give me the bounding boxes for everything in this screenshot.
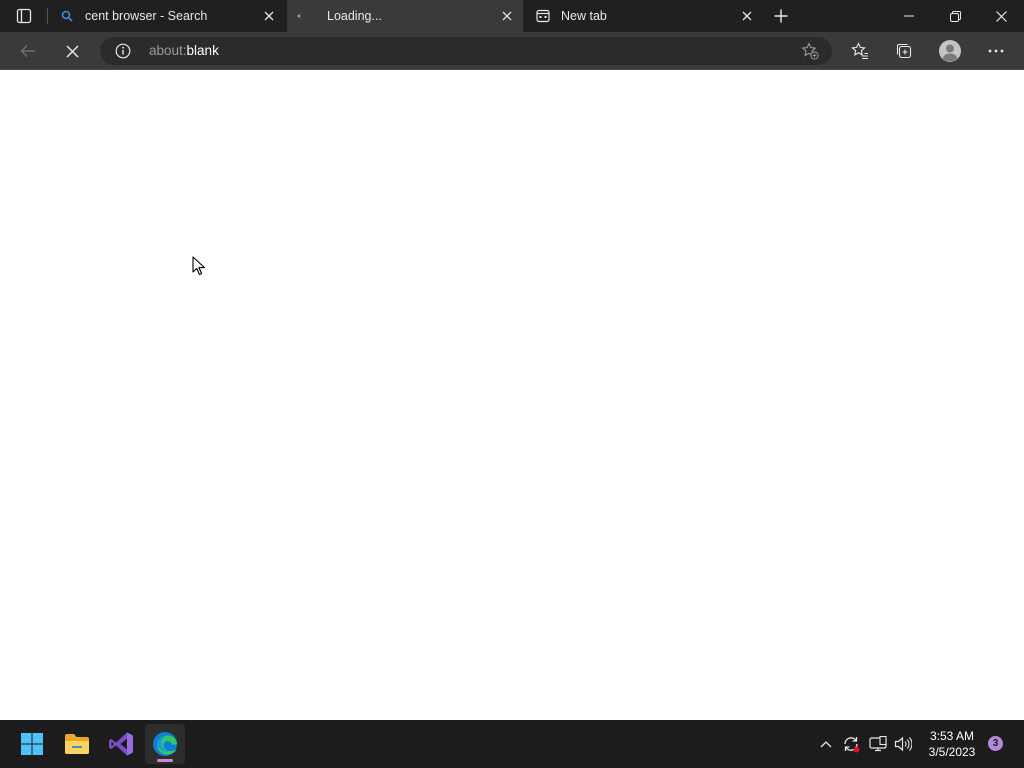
address-bar[interactable]: about:blank bbox=[100, 37, 832, 65]
new-tab-button[interactable] bbox=[770, 6, 792, 26]
collections-icon[interactable] bbox=[889, 36, 919, 66]
tab-search[interactable]: cent browser - Search bbox=[49, 0, 285, 32]
tab-title: Loading... bbox=[327, 9, 382, 23]
add-favorite-icon[interactable] bbox=[800, 41, 820, 61]
taskbar: 3:53 AM 3/5/2023 bbox=[0, 720, 1024, 768]
stop-loading-icon[interactable] bbox=[57, 36, 87, 66]
tab-divider bbox=[47, 8, 48, 24]
browser-toolbar: about:blank bbox=[0, 32, 1024, 70]
tab-title: cent browser - Search bbox=[85, 9, 208, 23]
sync-icon[interactable] bbox=[841, 734, 861, 754]
file-explorer-icon[interactable] bbox=[57, 724, 97, 764]
info-icon[interactable] bbox=[114, 42, 132, 60]
network-icon[interactable] bbox=[868, 734, 888, 754]
close-tab-icon[interactable] bbox=[739, 8, 755, 24]
restore-icon[interactable] bbox=[932, 0, 978, 32]
windows-start-icon[interactable] bbox=[12, 724, 52, 764]
back-arrow-icon[interactable] bbox=[13, 36, 43, 66]
tab-actions-icon[interactable] bbox=[12, 6, 36, 26]
volume-icon[interactable] bbox=[893, 734, 913, 754]
tab-loading[interactable]: Loading... bbox=[287, 0, 523, 32]
chevron-up-icon[interactable] bbox=[816, 734, 836, 754]
search-icon bbox=[59, 8, 75, 24]
visual-studio-icon[interactable] bbox=[101, 724, 141, 764]
close-icon[interactable] bbox=[978, 0, 1024, 32]
more-icon[interactable] bbox=[981, 36, 1011, 66]
url-scheme: about: bbox=[149, 43, 187, 58]
favorites-icon[interactable] bbox=[845, 36, 875, 66]
url-host: blank bbox=[186, 43, 219, 58]
clock-date: 3/5/2023 bbox=[928, 745, 976, 759]
clock-time: 3:53 AM bbox=[929, 729, 975, 743]
edge-icon[interactable] bbox=[145, 724, 185, 764]
url-text[interactable]: about:blank bbox=[149, 43, 219, 58]
mouse-cursor-icon bbox=[192, 256, 206, 281]
system-clock[interactable]: 3:53 AM 3/5/2023 bbox=[920, 728, 984, 760]
close-tab-icon[interactable] bbox=[261, 8, 277, 24]
close-tab-icon[interactable] bbox=[499, 8, 515, 24]
active-app-indicator bbox=[157, 759, 173, 762]
tab-new[interactable]: New tab bbox=[525, 0, 763, 32]
notification-badge[interactable]: 3 bbox=[988, 736, 1003, 751]
tab-title: New tab bbox=[561, 9, 607, 23]
profile-icon[interactable] bbox=[935, 36, 965, 66]
page-content[interactable] bbox=[0, 71, 1024, 720]
minimize-icon[interactable] bbox=[886, 0, 932, 32]
loading-dot-icon bbox=[291, 8, 307, 24]
newtab-page-icon bbox=[535, 8, 551, 24]
tab-strip: cent browser - Search Loading... New tab bbox=[0, 0, 1024, 32]
